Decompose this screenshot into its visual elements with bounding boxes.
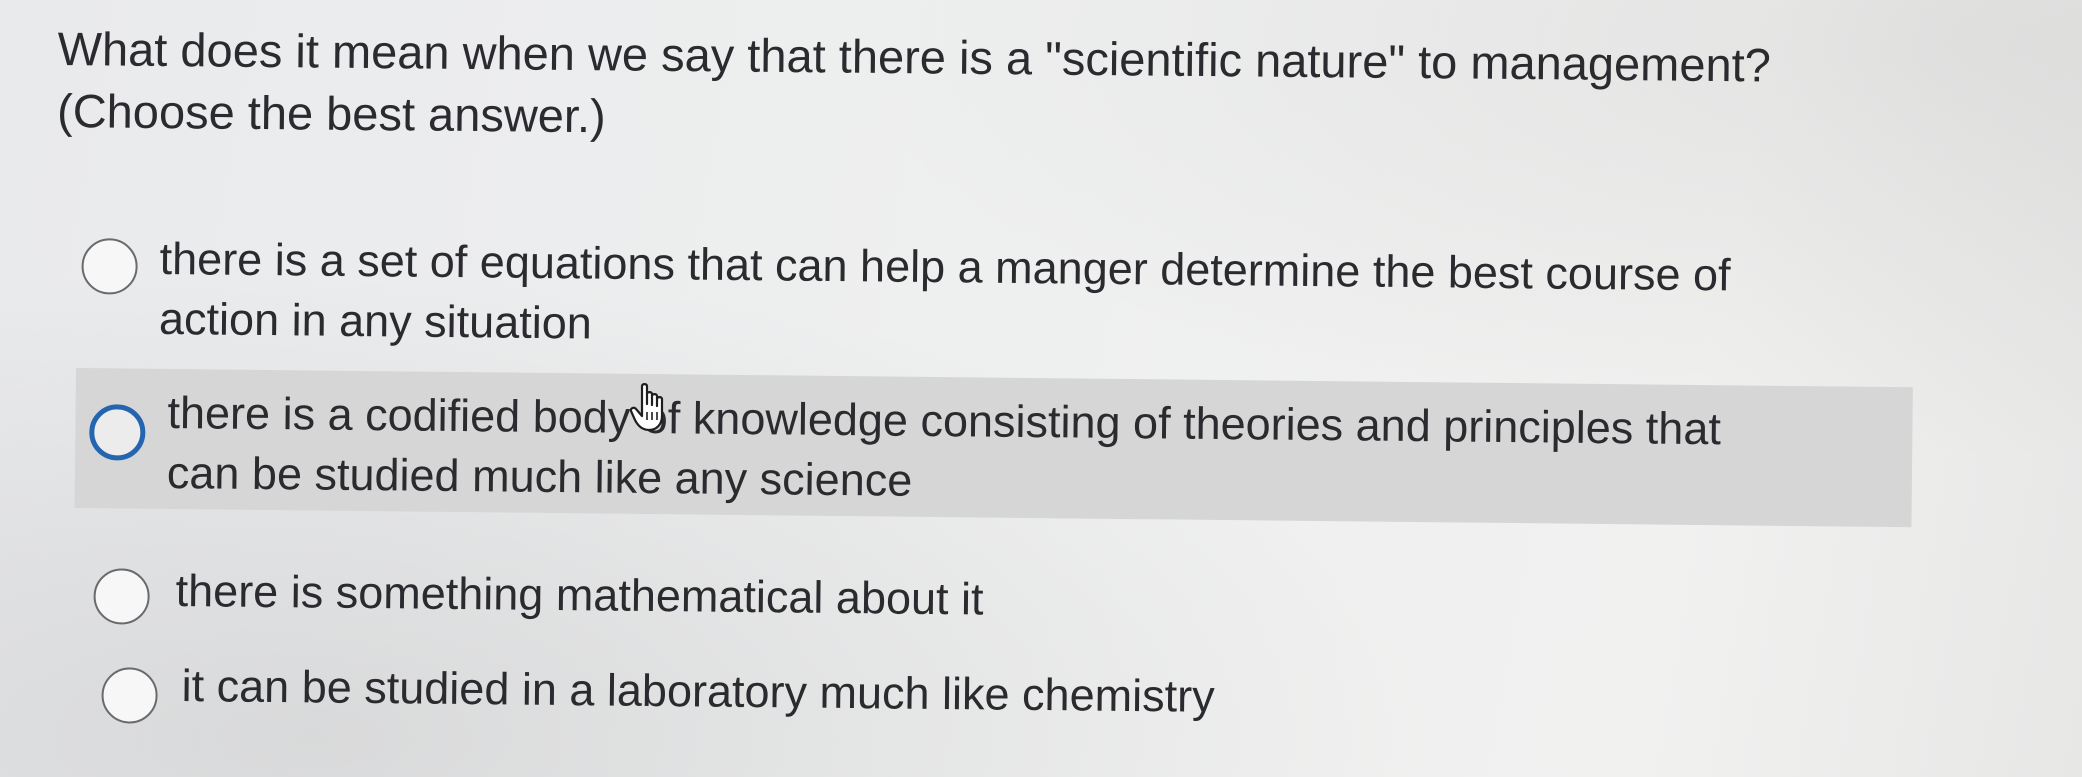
answer-option-1-label: there is a set of equations that can hel…	[159, 229, 1731, 365]
answer-option-3-label: there is something mathematical about it	[175, 561, 984, 629]
radio-button-1[interactable]	[81, 238, 138, 295]
radio-button-3[interactable]	[93, 568, 150, 625]
answer-option-1[interactable]: there is a set of equations that can hel…	[69, 228, 1910, 377]
answer-option-2-label: there is a codified body of knowledge co…	[167, 383, 1722, 519]
answer-option-4-label: it can be studied in a laboratory much l…	[181, 656, 1215, 727]
answer-option-4-line-1: it can be studied in a laboratory much l…	[181, 660, 1215, 722]
answer-option-2[interactable]: there is a codified body of knowledge co…	[74, 368, 1913, 528]
radio-button-2[interactable]	[89, 404, 146, 461]
answer-option-3-line-1: there is something mathematical about it	[175, 565, 984, 625]
answer-option-3[interactable]: there is something mathematical about it	[79, 560, 1080, 640]
answer-option-4[interactable]: it can be studied in a laboratory much l…	[85, 655, 1286, 738]
radio-button-4[interactable]	[101, 667, 158, 724]
answer-options: there is a set of equations that can hel…	[0, 0, 2082, 777]
